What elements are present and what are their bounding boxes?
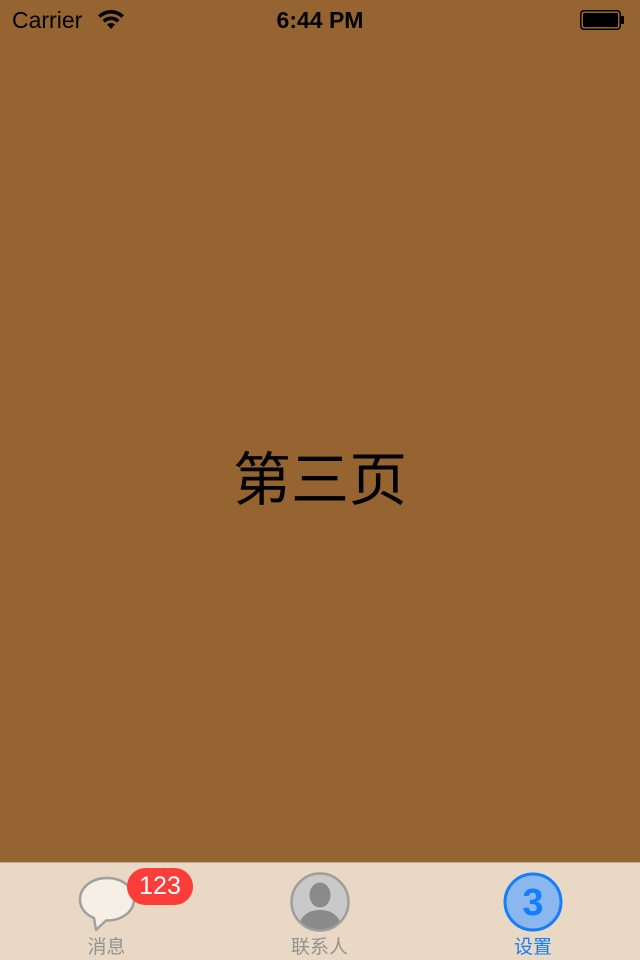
tab-contacts[interactable]: 联系人 <box>213 863 426 960</box>
tab-label-contacts: 联系人 <box>290 936 348 958</box>
battery-full-icon <box>580 10 624 30</box>
unread-count-badge: 123 <box>127 868 193 905</box>
tab-bar: 123 消息 联系人 3 设置 <box>0 862 640 960</box>
clock-time: 6:44 PM <box>276 7 364 33</box>
person-icon <box>289 872 350 932</box>
page-title: 第三页 <box>232 446 407 514</box>
status-bar: Carrier 6:44 PM <box>0 0 640 40</box>
svg-text:3: 3 <box>522 882 543 924</box>
page-content: 第三页 <box>0 40 640 862</box>
number-3-icon: 3 <box>503 872 563 932</box>
tab-label-messages: 消息 <box>87 936 126 958</box>
tab-label-settings: 设置 <box>513 936 552 958</box>
tab-messages[interactable]: 123 消息 <box>0 863 213 960</box>
tab-settings[interactable]: 3 设置 <box>426 863 640 960</box>
screen: Carrier 6:44 PM 第三页 123 消息 联系人 3 设置 <box>0 0 640 960</box>
